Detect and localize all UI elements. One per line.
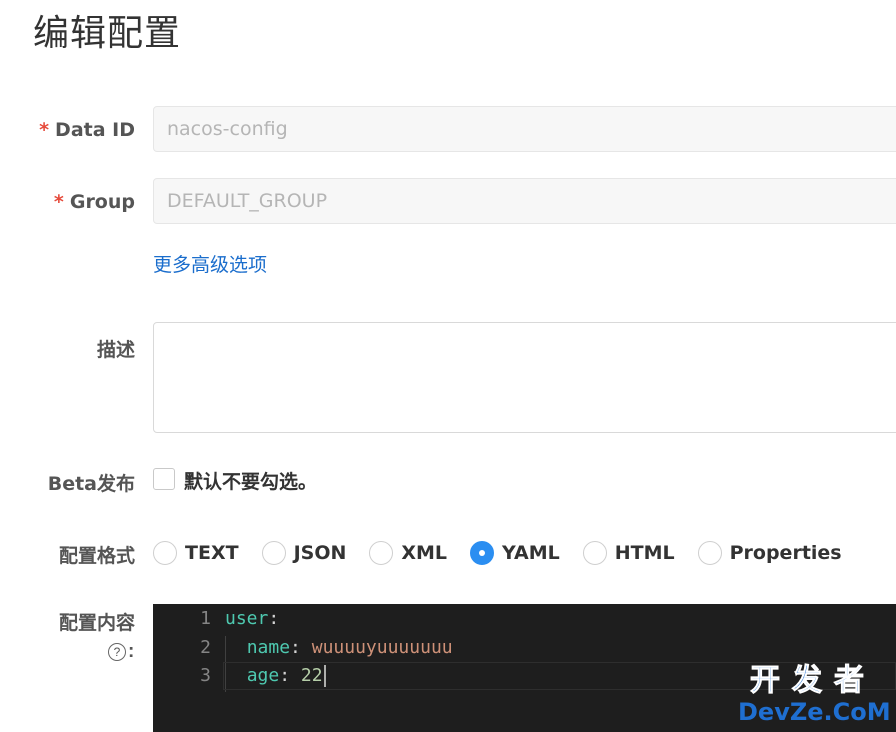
line-number: 2 bbox=[200, 637, 211, 658]
group-input[interactable]: DEFAULT_GROUP bbox=[153, 178, 896, 224]
yaml-separator: : bbox=[268, 608, 280, 629]
line-number: 1 bbox=[200, 608, 211, 629]
yaml-value: 22 bbox=[300, 665, 323, 686]
advanced-options-link[interactable]: 更多高级选项 bbox=[153, 250, 267, 277]
content-label-colon: : bbox=[128, 641, 135, 662]
content-label: 配置内容 bbox=[58, 612, 135, 634]
description-textarea[interactable] bbox=[153, 322, 896, 433]
yaml-value: wuuuuyuuuuuuu bbox=[311, 637, 453, 658]
beta-checkbox[interactable] bbox=[153, 468, 175, 490]
radio-button[interactable] bbox=[153, 541, 177, 565]
data-id-label: * Data ID bbox=[39, 119, 135, 141]
radio-text[interactable]: TEXT bbox=[153, 541, 239, 565]
format-label: 配置格式 bbox=[58, 545, 135, 567]
yaml-key: user bbox=[225, 608, 269, 629]
group-label: * Group bbox=[53, 191, 135, 213]
radio-button[interactable] bbox=[582, 541, 607, 565]
format-radio-group: TEXT JSON XML YAML HTML Properties bbox=[153, 540, 865, 566]
watermark-line1: 开发者 bbox=[750, 663, 876, 698]
radio-button[interactable] bbox=[261, 541, 286, 565]
yaml-separator: : bbox=[290, 637, 312, 658]
required-mark: * bbox=[53, 191, 64, 213]
text-cursor bbox=[323, 665, 326, 687]
radio-json[interactable]: JSON bbox=[261, 541, 346, 565]
radio-yaml[interactable]: YAML bbox=[470, 541, 560, 565]
watermark-logo: 开发者 DevZe.CoM bbox=[738, 663, 891, 726]
watermark-line2: DevZe.CoM bbox=[738, 698, 891, 726]
code-line: 1 user: bbox=[153, 605, 896, 633]
description-label: 描述 bbox=[96, 339, 135, 361]
radio-button-checked[interactable] bbox=[470, 541, 495, 565]
radio-button[interactable] bbox=[369, 541, 394, 565]
radio-button[interactable] bbox=[697, 541, 722, 565]
code-line: 2 name: wuuuuyuuuuuuu bbox=[153, 634, 896, 662]
beta-label: Beta发布 bbox=[47, 473, 135, 495]
beta-checkbox-label: 默认不要勾选。 bbox=[184, 471, 318, 493]
yaml-key: age bbox=[246, 665, 280, 686]
required-mark: * bbox=[39, 119, 50, 141]
data-id-input[interactable]: nacos-config bbox=[153, 106, 896, 152]
radio-html[interactable]: HTML bbox=[582, 541, 675, 565]
line-number: 3 bbox=[200, 665, 211, 686]
radio-properties[interactable]: Properties bbox=[697, 541, 842, 565]
yaml-key: name bbox=[246, 637, 291, 658]
page-title: 编辑配置 bbox=[33, 13, 182, 54]
yaml-separator: : bbox=[279, 665, 301, 686]
help-icon[interactable]: ? bbox=[108, 643, 126, 661]
radio-xml[interactable]: XML bbox=[369, 541, 447, 565]
